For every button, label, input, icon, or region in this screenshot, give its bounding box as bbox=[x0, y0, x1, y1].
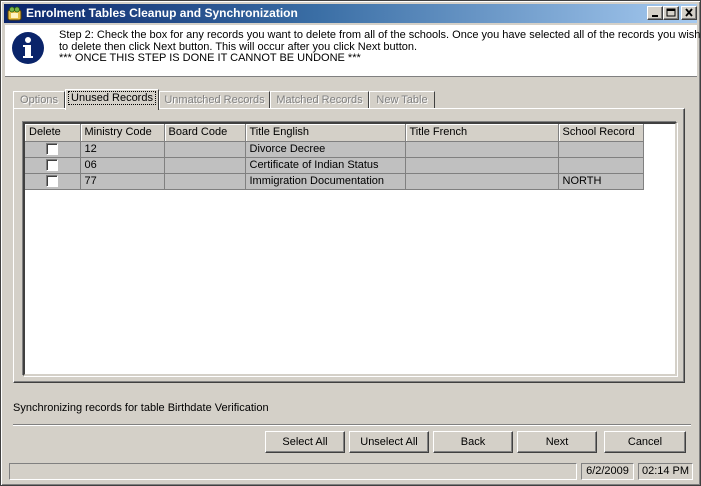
table-row[interactable]: 06 Certificate of Indian Status bbox=[25, 157, 644, 174]
unselect-all-button[interactable]: Unselect All bbox=[349, 431, 429, 453]
records-grid[interactable]: Delete Ministry Code Board Code Title En… bbox=[23, 122, 677, 376]
delete-cell[interactable] bbox=[25, 173, 81, 190]
title-english-cell: Certificate of Indian Status bbox=[245, 157, 406, 174]
title-english-cell: Immigration Documentation bbox=[245, 173, 406, 190]
statusbar-date: 6/2/2009 bbox=[581, 463, 634, 480]
window-title: Enrolment Tables Cleanup and Synchroniza… bbox=[26, 6, 298, 20]
delete-checkbox[interactable] bbox=[46, 175, 59, 188]
statusbar-message-pane bbox=[9, 463, 577, 480]
tab-unmatched-records[interactable]: Unmatched Records bbox=[159, 91, 270, 109]
board-code-cell bbox=[164, 173, 246, 190]
tab-options-label: Options bbox=[20, 94, 58, 106]
close-button[interactable] bbox=[681, 6, 697, 20]
column-header-ministry-code[interactable]: Ministry Code bbox=[80, 124, 165, 142]
back-button[interactable]: Back bbox=[433, 431, 513, 453]
column-header-delete[interactable]: Delete bbox=[25, 124, 81, 142]
next-button[interactable]: Next bbox=[517, 431, 597, 453]
tab-matched-records-label: Matched Records bbox=[276, 94, 363, 106]
title-french-cell bbox=[405, 157, 559, 174]
instructions-text: Step 2: Check the box for any records yo… bbox=[59, 29, 701, 65]
tab-new-table-label: New Table bbox=[376, 94, 428, 106]
info-panel: Step 2: Check the box for any records yo… bbox=[5, 25, 701, 77]
statusbar-time: 02:14 PM bbox=[638, 463, 693, 480]
column-header-board-code[interactable]: Board Code bbox=[164, 124, 246, 142]
tab-matched-records[interactable]: Matched Records bbox=[270, 91, 369, 109]
school-record-cell: NORTH bbox=[558, 173, 644, 190]
tab-strip: Options Unused Records Unmatched Records… bbox=[13, 89, 693, 110]
information-icon bbox=[12, 32, 44, 64]
header-row: Delete Ministry Code Board Code Title En… bbox=[25, 124, 644, 142]
school-record-cell bbox=[558, 141, 644, 158]
column-header-school-record[interactable]: School Record bbox=[558, 124, 644, 142]
minimize-button[interactable] bbox=[647, 6, 663, 20]
table-row[interactable]: 77 Immigration Documentation NORTH bbox=[25, 173, 644, 190]
tab-unused-records-label: Unused Records bbox=[68, 91, 156, 105]
board-code-cell bbox=[164, 141, 246, 158]
instructions-line-1: Step 2: Check the box for any records yo… bbox=[59, 29, 701, 41]
minimize-icon bbox=[652, 15, 658, 17]
ministry-code-cell: 12 bbox=[80, 141, 165, 158]
delete-cell[interactable] bbox=[25, 141, 81, 158]
unused-records-panel: Delete Ministry Code Board Code Title En… bbox=[13, 108, 685, 383]
title-bar[interactable]: Enrolment Tables Cleanup and Synchroniza… bbox=[4, 4, 697, 23]
warning-line: *** ONCE THIS STEP IS DONE IT CANNOT BE … bbox=[59, 52, 361, 64]
table-row[interactable]: 12 Divorce Decree bbox=[25, 141, 644, 158]
ministry-code-cell: 06 bbox=[80, 157, 165, 174]
delete-checkbox[interactable] bbox=[46, 143, 59, 156]
delete-cell[interactable] bbox=[25, 157, 81, 174]
tab-options[interactable]: Options bbox=[13, 91, 65, 109]
tab-new-table[interactable]: New Table bbox=[369, 91, 435, 109]
title-french-cell bbox=[405, 141, 559, 158]
delete-checkbox[interactable] bbox=[46, 159, 59, 172]
board-code-cell bbox=[164, 157, 246, 174]
tab-unmatched-records-label: Unmatched Records bbox=[164, 94, 265, 106]
ministry-code-cell: 77 bbox=[80, 173, 165, 190]
school-record-cell bbox=[558, 157, 644, 174]
close-icon bbox=[685, 8, 693, 17]
sync-status-message: Synchronizing records for table Birthdat… bbox=[13, 402, 269, 414]
maximize-button[interactable] bbox=[663, 6, 679, 20]
main-window: Enrolment Tables Cleanup and Synchroniza… bbox=[0, 0, 701, 486]
title-french-cell bbox=[405, 173, 559, 190]
app-icon bbox=[7, 6, 22, 21]
divider bbox=[13, 424, 691, 426]
select-all-button[interactable]: Select All bbox=[265, 431, 345, 453]
cancel-button[interactable]: Cancel bbox=[604, 431, 686, 453]
title-english-cell: Divorce Decree bbox=[245, 141, 406, 158]
column-header-title-french[interactable]: Title French bbox=[405, 124, 559, 142]
maximize-icon bbox=[666, 8, 676, 17]
records-table: Delete Ministry Code Board Code Title En… bbox=[25, 124, 644, 190]
tab-unused-records[interactable]: Unused Records bbox=[65, 89, 159, 110]
column-header-title-english[interactable]: Title English bbox=[245, 124, 406, 142]
